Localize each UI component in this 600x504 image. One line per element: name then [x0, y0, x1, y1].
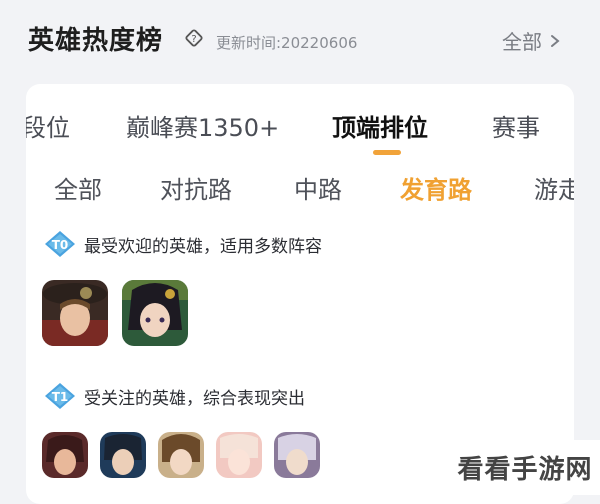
hero-avatar[interactable] — [100, 432, 146, 478]
svg-text:T1: T1 — [52, 390, 69, 404]
tier-t0-header: T0 最受欢迎的英雄，适用多数阵容 — [44, 230, 564, 258]
tier-t0-badge: T0 — [45, 231, 75, 257]
tier-t1-heroes — [42, 432, 320, 478]
tier-t0-description: 最受欢迎的英雄，适用多数阵容 — [84, 236, 322, 257]
hero-avatar[interactable] — [274, 432, 320, 478]
active-tab-indicator — [373, 150, 401, 155]
tab-tournament[interactable]: 赛事 — [492, 108, 540, 143]
hero-avatar[interactable] — [42, 280, 108, 346]
svg-text:T0: T0 — [52, 238, 69, 252]
tab-top-rank[interactable]: 顶端排位 — [332, 108, 428, 143]
tab-peak[interactable]: 巅峰赛1350+ — [126, 108, 279, 143]
hero-avatar[interactable] — [216, 432, 262, 478]
hero-avatar[interactable] — [122, 280, 188, 346]
lane-tab-clash[interactable]: 对抗路 — [160, 170, 232, 205]
lane-tab-farm[interactable]: 发育路 — [400, 170, 472, 205]
svg-text:?: ? — [191, 34, 196, 45]
view-all-label: 全部 — [502, 30, 542, 54]
page-title: 英雄热度榜 — [28, 26, 164, 56]
lane-tabs: 全部 对抗路 中路 发育路 游走 — [26, 170, 574, 210]
update-time: 更新时间:20220606 — [216, 34, 358, 52]
tier-t1-description: 受关注的英雄，综合表现突出 — [84, 388, 305, 409]
lane-tab-all[interactable]: 全部 — [54, 170, 102, 205]
info-diamond-icon[interactable]: ? — [184, 28, 204, 48]
tier-t1-header: T1 受关注的英雄，综合表现突出 — [44, 382, 564, 410]
header: 英雄热度榜 ? 更新时间:20220606 全部 — [0, 0, 600, 82]
lane-tab-roam[interactable]: 游走 — [534, 170, 574, 205]
chevron-right-icon — [551, 34, 560, 47]
hero-avatar[interactable] — [158, 432, 204, 478]
tier-t1-badge: T1 — [45, 383, 75, 409]
view-all-link[interactable]: 全部 — [502, 26, 562, 55]
site-watermark: 看看手游网 — [450, 440, 600, 495]
tab-rank[interactable]: 段位 — [26, 108, 70, 143]
lane-tab-mid[interactable]: 中路 — [294, 170, 342, 205]
rank-tabs: 段位 巅峰赛1350+ 顶端排位 赛事 — [26, 100, 574, 160]
tier-t0-heroes — [42, 280, 188, 346]
hero-avatar[interactable] — [42, 432, 88, 478]
